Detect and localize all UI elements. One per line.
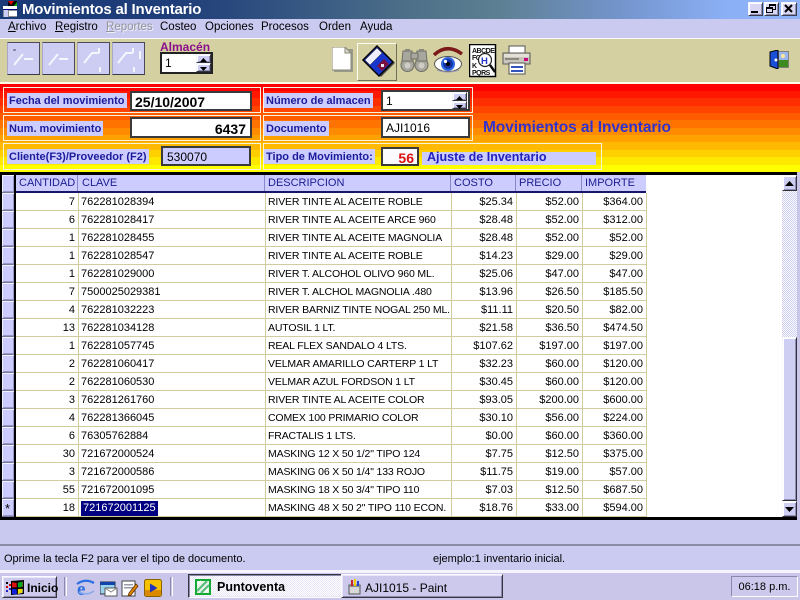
svg-text:PQRS: PQRS [472, 70, 491, 77]
svg-text:K: K [472, 63, 477, 70]
svg-text:H: H [481, 56, 488, 67]
